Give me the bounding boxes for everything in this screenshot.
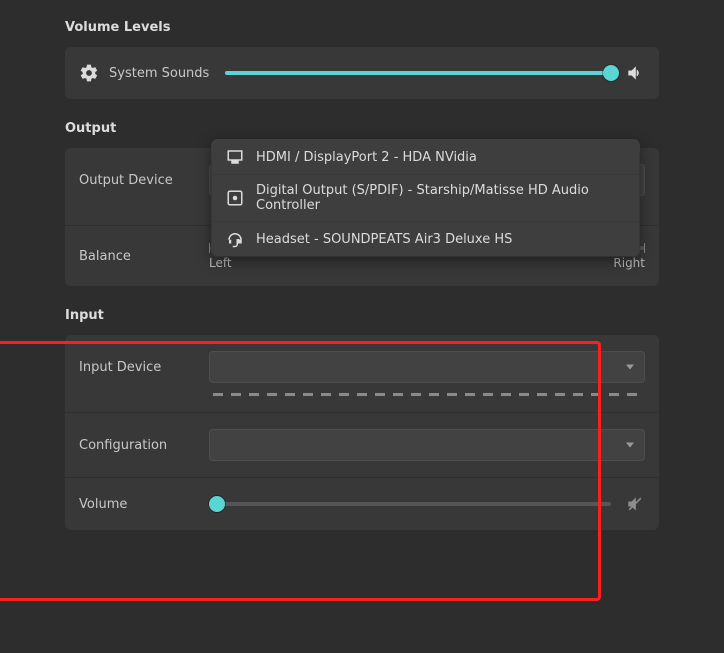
output-device-option[interactable]: Headset - SOUNDPEATS Air3 Deluxe HS xyxy=(212,221,639,256)
balance-label: Balance xyxy=(79,249,209,264)
audio-card-icon xyxy=(226,189,244,207)
input-device-label: Input Device xyxy=(79,360,209,375)
system-sounds-label: System Sounds xyxy=(79,63,209,83)
output-device-option[interactable]: Digital Output (S/PDIF) - Starship/Matis… xyxy=(212,174,639,221)
gear-icon xyxy=(79,63,99,83)
monitor-icon xyxy=(226,148,244,166)
input-heading: Input xyxy=(65,308,659,323)
configuration-label: Configuration xyxy=(79,438,209,453)
headset-icon xyxy=(226,230,244,248)
output-device-option[interactable]: HDMI / DisplayPort 2 - HDA NVidia xyxy=(212,140,639,174)
input-volume-label: Volume xyxy=(79,497,209,512)
input-panel: Input Device Configuration Volume xyxy=(65,335,659,530)
volume-levels-heading: Volume Levels xyxy=(65,20,659,35)
input-volume-slider[interactable] xyxy=(209,494,611,514)
mic-muted-icon[interactable] xyxy=(625,494,645,514)
system-sounds-slider[interactable] xyxy=(225,63,611,83)
configuration-combo[interactable] xyxy=(209,429,645,461)
balance-left-label: Left xyxy=(209,256,232,270)
volume-levels-panel: System Sounds xyxy=(65,47,659,99)
input-level-meter xyxy=(213,393,645,396)
output-device-label: Output Device xyxy=(79,173,209,188)
balance-right-label: Right xyxy=(613,256,645,270)
output-device-option-label: Digital Output (S/PDIF) - Starship/Matis… xyxy=(256,183,625,213)
output-device-option-label: Headset - SOUNDPEATS Air3 Deluxe HS xyxy=(256,232,512,247)
input-device-combo[interactable] xyxy=(209,351,645,383)
speaker-icon[interactable] xyxy=(625,63,645,83)
output-device-dropdown: HDMI / DisplayPort 2 - HDA NVidia Digital… xyxy=(212,140,639,256)
system-sounds-text: System Sounds xyxy=(109,66,209,81)
output-device-option-label: HDMI / DisplayPort 2 - HDA NVidia xyxy=(256,150,477,165)
output-heading: Output xyxy=(65,121,659,136)
